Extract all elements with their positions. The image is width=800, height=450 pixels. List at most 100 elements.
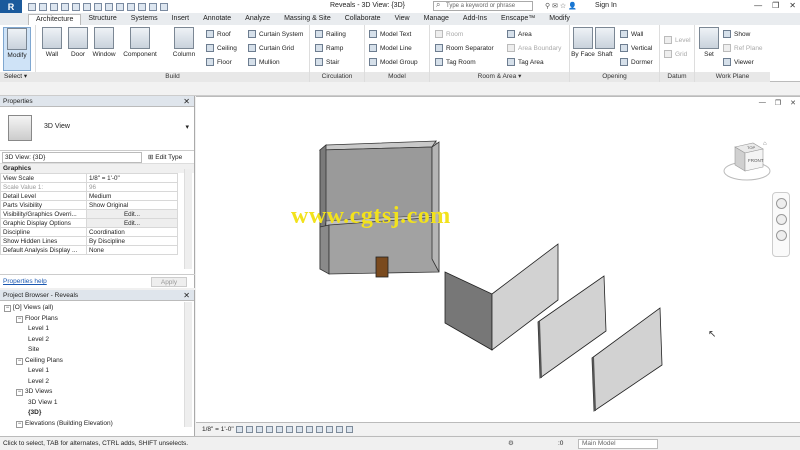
lock-view-icon[interactable] <box>306 426 313 433</box>
wall-button[interactable]: Wall <box>38 27 66 58</box>
user-icon[interactable]: 👤 <box>568 3 577 10</box>
tab-view[interactable]: View <box>388 14 417 25</box>
select-dropdown[interactable]: Select ▾ <box>0 72 36 82</box>
set-button[interactable]: Set <box>697 27 721 58</box>
zoom-icon[interactable] <box>775 214 787 225</box>
minimize-button[interactable]: — <box>754 1 762 10</box>
tag-room-button[interactable]: Tag Room <box>435 57 476 67</box>
properties-scrollbar[interactable] <box>184 169 192 269</box>
section-icon[interactable] <box>127 2 135 11</box>
dormer-button[interactable]: Dormer <box>620 57 653 67</box>
tree-node[interactable]: − [O] Views (all) <box>4 303 53 313</box>
ref-plane-button[interactable]: Ref Plane <box>723 43 763 53</box>
curtain-grid-button[interactable]: Curtain Grid <box>248 43 294 53</box>
zoom-region-icon[interactable] <box>775 230 787 241</box>
tab-modify[interactable]: Modify <box>542 14 577 25</box>
tab-systems[interactable]: Systems <box>124 14 165 25</box>
worksharing-icon[interactable] <box>336 426 343 433</box>
visual-style-icon[interactable] <box>246 426 253 433</box>
railing-button[interactable]: Railing <box>315 29 346 39</box>
door-opening[interactable] <box>375 256 389 278</box>
reveal-hidden-icon[interactable] <box>326 426 333 433</box>
3d-view-icon[interactable] <box>116 2 124 11</box>
room-separator-button[interactable]: Room Separator <box>435 43 494 53</box>
thin-lines-icon[interactable] <box>138 2 146 11</box>
instance-filter-dropdown[interactable]: 3D View: {3D} <box>2 152 142 163</box>
graphics-group-header[interactable]: Graphics <box>0 164 194 173</box>
analytical-model-icon[interactable] <box>346 426 353 433</box>
communication-icon[interactable]: ✉ <box>552 3 558 10</box>
switch-windows-icon[interactable] <box>160 2 168 11</box>
ceiling-button[interactable]: Ceiling <box>206 43 237 53</box>
view-canvas[interactable]: — ❐ ✕ www.cgtsj.com TOP FRONT ⌂ ↖ <box>196 96 800 422</box>
close-button[interactable]: ✕ <box>789 1 796 10</box>
tree-node[interactable]: {3D} <box>28 408 41 418</box>
save-icon[interactable] <box>39 2 47 11</box>
dimension-icon[interactable] <box>94 2 102 11</box>
text-icon[interactable] <box>105 2 113 11</box>
undo-icon[interactable] <box>50 2 58 11</box>
analysis-display-field[interactable]: None <box>86 245 178 255</box>
detail-level-field[interactable]: Medium <box>86 191 178 201</box>
open-icon[interactable] <box>28 2 36 11</box>
measure-icon[interactable] <box>83 2 91 11</box>
render-icon[interactable] <box>276 426 283 433</box>
expand-toggle-icon[interactable]: − <box>16 357 23 365</box>
parts-visibility-field[interactable]: Show Original <box>86 200 178 210</box>
show-button[interactable]: Show <box>723 29 750 39</box>
component-button[interactable]: Component <box>122 27 158 58</box>
model-line-button[interactable]: Model Line <box>369 43 412 53</box>
type-selector[interactable]: 3D View ▾ <box>0 107 194 151</box>
application-menu-button[interactable]: R <box>0 0 22 13</box>
tree-node[interactable]: − Elevations (Building Elevation) <box>16 419 113 429</box>
tree-node[interactable]: − Floor Plans <box>16 314 58 324</box>
detail-level-icon[interactable] <box>236 426 243 433</box>
tree-node[interactable]: Level 1 <box>28 366 49 376</box>
close-icon[interactable]: ✕ <box>183 290 190 301</box>
browser-scrollbar[interactable] <box>184 302 192 427</box>
hidden-lines-field[interactable]: By Discipline <box>86 236 178 246</box>
crop-view-icon[interactable] <box>286 426 293 433</box>
stair-button[interactable]: Stair <box>315 57 339 67</box>
close-hidden-icon[interactable] <box>149 2 157 11</box>
curtain-system-button[interactable]: Curtain System <box>248 29 303 39</box>
show-crop-icon[interactable] <box>296 426 303 433</box>
tab-analyze[interactable]: Analyze <box>238 14 277 25</box>
model-text-button[interactable]: Model Text <box>369 29 411 39</box>
properties-help-link[interactable]: Properties help <box>3 278 47 285</box>
binoculars-icon[interactable]: ⚲ <box>545 3 550 10</box>
tree-node[interactable]: Site <box>28 345 39 355</box>
tab-add-ins[interactable]: Add-Ins <box>456 14 494 25</box>
tab-insert[interactable]: Insert <box>165 14 197 25</box>
tab-enscape[interactable]: Enscape™ <box>494 14 542 25</box>
temporary-hide-icon[interactable] <box>316 426 323 433</box>
print-icon[interactable] <box>72 2 80 11</box>
star-icon[interactable]: ☆ <box>560 3 566 10</box>
door-button[interactable]: Door <box>64 27 92 58</box>
window-button[interactable]: Window <box>90 27 118 58</box>
expand-toggle-icon[interactable]: − <box>16 389 23 396</box>
modify-button[interactable]: Modify <box>3 27 31 71</box>
shaft-button[interactable]: Shaft <box>592 27 618 58</box>
ramp-button[interactable]: Ramp <box>315 43 343 53</box>
chevron-down-icon[interactable]: ▾ <box>185 123 189 131</box>
room-area-panel-label[interactable]: Room & Area ▾ <box>430 72 569 82</box>
viewcube[interactable]: TOP FRONT ⌂ <box>721 137 771 187</box>
tree-node[interactable]: − Ceiling Plans <box>16 356 63 366</box>
expand-toggle-icon[interactable]: − <box>4 305 11 312</box>
mullion-button[interactable]: Mullion <box>248 57 280 67</box>
view-scale-button[interactable]: 1/8" = 1'-0" <box>202 426 234 433</box>
column-button[interactable]: Column <box>169 27 199 58</box>
level-button[interactable]: Level <box>664 35 691 45</box>
area-boundary-button[interactable]: Area Boundary <box>507 43 561 53</box>
discipline-field[interactable]: Coordination <box>86 227 178 237</box>
room-button[interactable]: Room <box>435 29 463 39</box>
sun-path-icon[interactable] <box>256 426 263 433</box>
visibility-graphics-edit-button[interactable]: Edit... <box>86 209 178 219</box>
home-icon[interactable]: ⌂ <box>763 141 767 147</box>
wall-opening-button[interactable]: Wall <box>620 29 643 39</box>
redo-icon[interactable] <box>61 2 69 11</box>
tab-massing-site[interactable]: Massing & Site <box>277 14 338 25</box>
grid-button[interactable]: Grid <box>664 49 687 59</box>
restore-button[interactable]: ❐ <box>772 1 779 10</box>
